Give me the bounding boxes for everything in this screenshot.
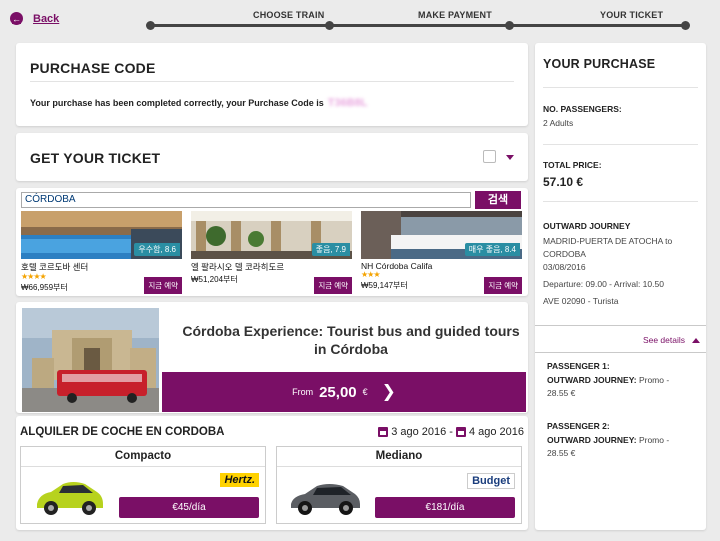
divider: [543, 144, 698, 145]
tour-photo[interactable]: [22, 308, 159, 412]
hotel-card[interactable]: 매우 좋음, 8.4 NH Córdoba Califa ★★★ ₩59,147…: [361, 211, 522, 294]
passenger-fare: Promo -: [638, 434, 670, 445]
car-price-button[interactable]: €45/día: [119, 497, 259, 518]
car-rental-widget: ALQUILER DE COCHE EN CORDOBA 3 ago 2016 …: [16, 416, 528, 530]
passenger-price: 28.55 €: [547, 448, 576, 458]
car-category: Compacto: [21, 447, 265, 467]
step-make-payment: MAKE PAYMENT: [418, 10, 492, 20]
step-dot-your-ticket: [681, 21, 690, 30]
arrow-left-icon: ←: [10, 12, 23, 25]
hotel-name[interactable]: NH Córdoba Califa: [361, 261, 522, 271]
passenger-price: 28.55 €: [547, 388, 576, 398]
purchase-summary: YOUR PURCHASE NO. PASSENGERS: 2 Adults T…: [535, 43, 706, 530]
hotel-card[interactable]: 우수함, 8.6 호텔 코르도바 센터 ★★★★ ₩66,959부터 지금 예약: [21, 211, 182, 294]
hotel-card[interactable]: 좋음, 7.9 엘 팔라시오 델 코라히도르 ₩51,204부터 지금 예약: [191, 211, 352, 294]
divider: [535, 352, 706, 353]
car-date-from: 3 ago 2016: [391, 426, 447, 438]
car-price-button[interactable]: €181/día: [375, 497, 515, 518]
budget-logo: Budget: [467, 473, 515, 489]
step-dot-start: [146, 21, 155, 30]
hotel-book-button[interactable]: 지금 예약: [484, 277, 522, 294]
car-offer-medium[interactable]: Mediano Budget €181/día: [276, 446, 522, 524]
divider: [543, 201, 698, 202]
hotel-photo[interactable]: 매우 좋음, 8.4: [361, 211, 522, 259]
calendar-icon: [378, 427, 389, 437]
step-dot-choose-train: [325, 21, 334, 30]
hotel-search-button[interactable]: 검색: [475, 191, 521, 209]
car-rental-title: ALQUILER DE COCHE EN CORDOBA: [20, 426, 225, 438]
passenger-fare: Promo -: [638, 374, 670, 385]
see-details-label: See details: [642, 335, 685, 345]
tour-promo-card[interactable]: Córdoba Experience: Tourist bus and guid…: [16, 302, 528, 413]
purchase-code-message-text: Your purchase has been completed correct…: [30, 98, 324, 108]
tour-price: 25,00: [319, 383, 357, 401]
step-your-ticket: YOUR TICKET: [600, 10, 664, 20]
tour-price-button[interactable]: From 25,00 € ❯: [162, 372, 526, 412]
tour-title[interactable]: Córdoba Experience: Tourist bus and guid…: [176, 322, 526, 358]
car-date-separator: -: [449, 426, 453, 438]
hotel-book-button[interactable]: 지금 예약: [144, 277, 182, 294]
divider: [543, 87, 698, 88]
car-offer-compact[interactable]: Compacto Hertz. €45/día: [20, 446, 266, 524]
journey-label: OUTWARD JOURNEY: [543, 221, 631, 231]
chevron-right-icon: ❯: [381, 382, 396, 401]
hotel-photo[interactable]: 좋음, 7.9: [191, 211, 352, 259]
car-date-to: 4 ago 2016: [468, 426, 524, 438]
progress-line: [148, 24, 688, 27]
total-price-value: 57.10 €: [543, 175, 584, 189]
tour-from-label: From: [292, 387, 314, 397]
car-rental-dates: 3 ago 2016 - 4 ago 2016: [378, 426, 524, 438]
journey-times: Departure: 09.00 - Arrival: 10.50: [543, 279, 664, 289]
car-photo: [291, 484, 360, 515]
purchase-code-card: PURCHASE CODE Your purchase has been com…: [16, 43, 528, 126]
purchase-code-message: Your purchase has been completed correct…: [30, 97, 368, 109]
passenger-journey-label: OUTWARD JOURNEY:: [547, 374, 637, 385]
car-photo: [37, 482, 103, 515]
get-ticket-card[interactable]: GET YOUR TICKET: [16, 133, 528, 181]
purchase-code-value: T36B8L: [327, 97, 368, 109]
back-label: Back: [33, 12, 60, 25]
passenger-label: PASSENGER 1:: [547, 361, 610, 371]
journey-date: 03/08/2016: [543, 262, 586, 272]
hotels-widget: CÓRDOBA 검색 우수함, 8.6 호텔 코르도바 센터 ★★★★ ₩66,…: [16, 188, 528, 296]
hotel-search-input[interactable]: CÓRDOBA: [21, 192, 471, 208]
step-choose-train: CHOOSE TRAIN: [253, 10, 325, 20]
tour-currency: €: [362, 387, 368, 397]
hotel-score-badge: 좋음, 7.9: [311, 243, 350, 256]
hotel-name[interactable]: 엘 팔라시오 델 코라히도르: [191, 261, 352, 273]
see-details-link[interactable]: See details: [643, 335, 700, 345]
hotel-photo[interactable]: 우수함, 8.6: [21, 211, 182, 259]
passenger-label: PASSENGER 2:: [547, 421, 610, 431]
hotel-score-badge: 우수함, 8.6: [134, 243, 180, 256]
hertz-logo: Hertz.: [220, 473, 259, 487]
get-ticket-title: GET YOUR TICKET: [30, 150, 161, 166]
hotel-book-button[interactable]: 지금 예약: [314, 277, 352, 294]
divider: [535, 325, 706, 326]
total-price-label: TOTAL PRICE:: [543, 160, 602, 170]
purchase-code-title: PURCHASE CODE: [30, 60, 156, 76]
hotel-score-badge: 매우 좋음, 8.4: [464, 243, 520, 256]
passengers-label: NO. PASSENGERS:: [543, 104, 622, 114]
car-category: Mediano: [277, 447, 521, 467]
journey-route-line2: CORDOBA: [543, 249, 586, 259]
passenger-journey-label: OUTWARD JOURNEY:: [547, 434, 637, 445]
journey-train: AVE 02090 - Turista: [543, 296, 619, 306]
journey-route-line1: MADRID-PUERTA DE ATOCHA to: [543, 236, 673, 246]
chevron-down-icon[interactable]: [506, 155, 514, 160]
get-ticket-checkbox[interactable]: [483, 150, 496, 163]
passengers-value: 2 Adults: [543, 118, 574, 128]
divider: [30, 81, 514, 82]
progress-steps: CHOOSE TRAIN MAKE PAYMENT YOUR TICKET: [146, 0, 690, 32]
chevron-up-icon: [692, 337, 700, 343]
calendar-icon: [455, 427, 466, 437]
step-dot-make-payment: [505, 21, 514, 30]
passenger-detail: PASSENGER 1: OUTWARD JOURNEY: Promo - 28…: [547, 360, 669, 401]
passenger-detail: PASSENGER 2: OUTWARD JOURNEY: Promo - 28…: [547, 420, 669, 461]
summary-title: YOUR PURCHASE: [543, 57, 656, 71]
back-link[interactable]: ← Back: [10, 12, 59, 25]
